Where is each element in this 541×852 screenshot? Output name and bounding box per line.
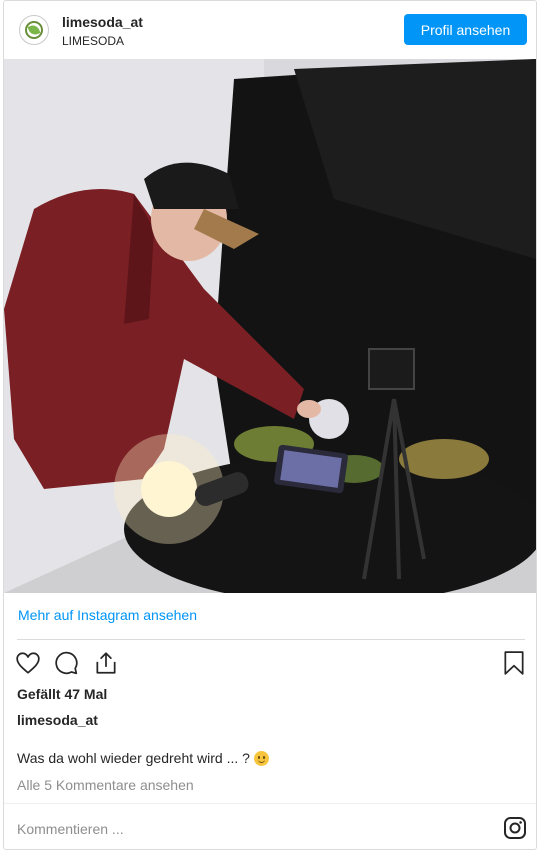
username[interactable]: limesoda_at — [62, 14, 143, 30]
post-header: limesoda_at LIMESODA Profil ansehen — [4, 1, 536, 59]
instagram-embed-card: limesoda_at LIMESODA Profil ansehen Mehr… — [3, 0, 537, 850]
view-more-on-instagram-link[interactable]: Mehr auf Instagram ansehen — [18, 607, 197, 623]
caption-username[interactable]: limesoda_at — [17, 712, 98, 728]
comment-input[interactable]: Kommentieren ... — [17, 821, 124, 837]
caption: Was da wohl wieder gedreht wird ... ? — [17, 750, 269, 766]
avatar[interactable] — [19, 15, 49, 45]
heart-icon[interactable] — [15, 650, 41, 676]
view-all-comments-link[interactable]: Alle 5 Kommentare ansehen — [17, 777, 194, 793]
instagram-logo-icon[interactable] — [503, 816, 527, 840]
caption-text: Was da wohl wieder gedreht wird ... ? — [17, 750, 250, 766]
share-icon[interactable] — [93, 650, 119, 676]
display-name: LIMESODA — [62, 34, 125, 48]
divider — [4, 803, 536, 804]
view-profile-button[interactable]: Profil ansehen — [404, 14, 527, 45]
divider — [17, 639, 525, 640]
smile-emoji-icon — [253, 751, 269, 766]
bookmark-icon[interactable] — [502, 650, 526, 676]
photo-scene — [4, 59, 536, 593]
likes-count[interactable]: Gefällt 47 Mal — [17, 686, 107, 702]
comment-icon[interactable] — [53, 650, 79, 676]
action-bar — [4, 646, 536, 682]
post-photo[interactable] — [4, 59, 536, 593]
